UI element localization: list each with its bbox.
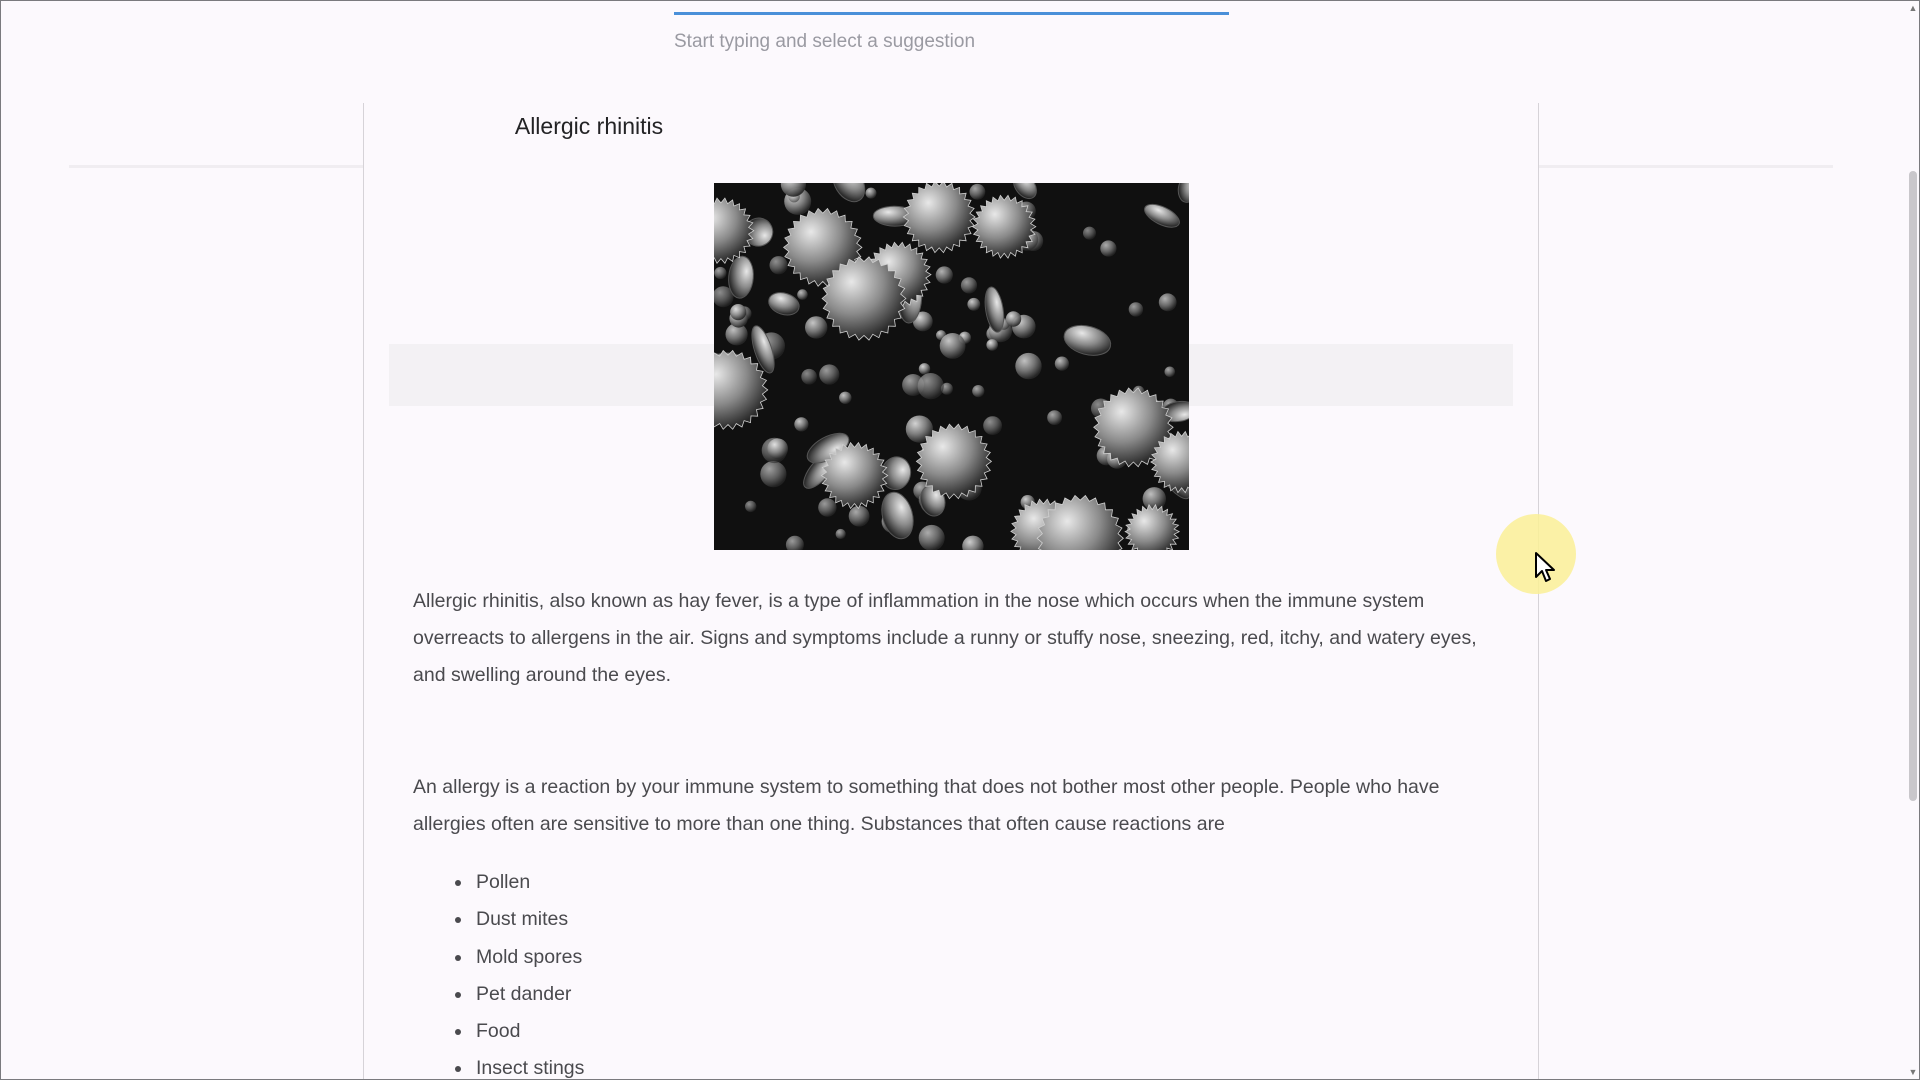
arrow-cursor-icon [1535, 552, 1555, 582]
scroll-down-arrow-icon[interactable]: ▼ [1908, 1067, 1918, 1077]
list-item-mold-spores: Mold spores [454, 939, 584, 976]
scrollbar[interactable]: ▲ ▼ [1907, 1, 1919, 1079]
search-input[interactable] [674, 27, 1229, 57]
article-title: Allergic rhinitis [514, 113, 664, 139]
pollen-image [714, 183, 1189, 550]
scroll-up-arrow-icon[interactable]: ▲ [1908, 3, 1918, 13]
search-underline [674, 12, 1229, 15]
list-item-pet-dander: Pet dander [454, 976, 584, 1013]
allergen-list: Pollen Dust mites Mold spores Pet dander… [413, 864, 584, 1079]
list-item-insect-stings: Insect stings [454, 1050, 584, 1079]
scrollbar-thumb[interactable] [1909, 171, 1917, 801]
article-paragraph-intro: Allergic rhinitis, also known as hay fev… [413, 590, 1477, 686]
list-item-food: Food [454, 1013, 584, 1050]
list-item-dust-mites: Dust mites [454, 901, 584, 938]
list-item-pollen: Pollen [454, 864, 584, 901]
app-window: Allergic rhinitis Allergic rhinitis, als… [0, 0, 1920, 1080]
article-paragraph-allergy: An allergy is a reaction by your immune … [413, 776, 1440, 835]
